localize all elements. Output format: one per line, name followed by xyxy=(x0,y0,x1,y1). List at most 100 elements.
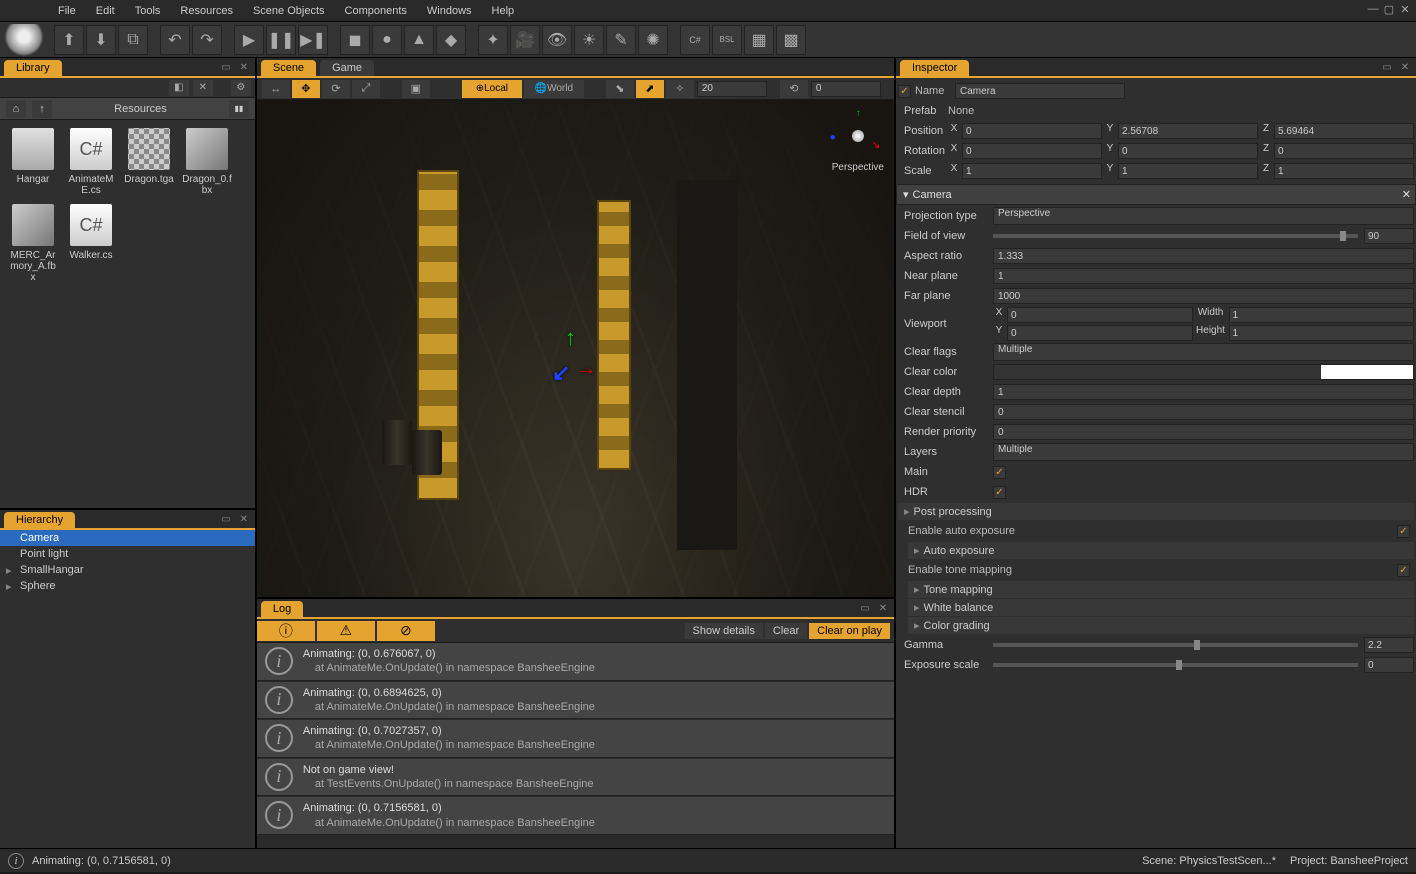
create-light-button[interactable]: ☀ xyxy=(574,25,604,55)
create-cube-button[interactable]: ◼ xyxy=(340,25,370,55)
layers-select[interactable]: Multiple xyxy=(993,443,1414,461)
move-snap-field[interactable] xyxy=(697,81,767,97)
up-button[interactable]: ↑ xyxy=(32,100,52,118)
postproc-foldout[interactable]: Post processing xyxy=(898,503,1414,520)
library-close-button[interactable]: ✕ xyxy=(193,80,213,96)
pivot-world-button[interactable]: 🌐World xyxy=(524,80,584,98)
tab-inspector[interactable]: Inspector xyxy=(900,60,969,76)
expander-icon[interactable]: ▸ xyxy=(6,564,12,577)
pos-z-field[interactable] xyxy=(1274,123,1414,139)
snap-move-active[interactable]: ⬈ xyxy=(636,80,664,98)
rot-z-field[interactable] xyxy=(1274,143,1414,159)
pos-y-field[interactable] xyxy=(1118,123,1258,139)
panel-close-icon[interactable]: ✕ xyxy=(1398,60,1412,74)
log-entry[interactable]: iAnimating: (0, 0.7027357, 0)at AnimateM… xyxy=(257,720,894,758)
create-empty-button[interactable]: ✦ xyxy=(478,25,508,55)
menu-windows[interactable]: Windows xyxy=(417,2,482,20)
panel-dock-icon[interactable]: ▭ xyxy=(858,601,872,615)
asset-item[interactable]: Dragon_0.fbx xyxy=(182,128,232,196)
clearstencil-field[interactable] xyxy=(993,404,1414,420)
vp-w-field[interactable] xyxy=(1229,307,1415,323)
log-warn-filter[interactable]: ⚠ xyxy=(317,621,375,641)
gizmo-x-axis-icon[interactable]: → xyxy=(575,355,597,381)
tab-hierarchy[interactable]: Hierarchy xyxy=(4,512,75,528)
create-sphere-button[interactable]: ● xyxy=(372,25,402,55)
redo-button[interactable]: ↷ xyxy=(192,25,222,55)
panel-close-icon[interactable]: ✕ xyxy=(237,60,251,74)
gamma-field[interactable] xyxy=(1364,637,1414,653)
log-entry[interactable]: iAnimating: (0, 0.7156581, 0)at AnimateM… xyxy=(257,797,894,835)
menu-help[interactable]: Help xyxy=(482,2,525,20)
whitebalance-foldout[interactable]: White balance xyxy=(908,599,1414,616)
menu-resources[interactable]: Resources xyxy=(170,2,243,20)
colorgrade-foldout[interactable]: Color grading xyxy=(908,617,1414,634)
viewport-3d[interactable]: ↑ → ↙ xyxy=(257,100,894,597)
snap-rotate-toggle[interactable]: ⟲ xyxy=(780,80,808,98)
play-button[interactable]: ▶ xyxy=(234,25,264,55)
frame-button[interactable]: ▣ xyxy=(402,80,430,98)
clearflags-select[interactable]: Multiple xyxy=(993,343,1414,361)
menu-tools[interactable]: Tools xyxy=(125,2,171,20)
csharp-script-button[interactable]: C# xyxy=(680,25,710,55)
tool-move-button[interactable]: ✥ xyxy=(292,80,320,98)
active-checkbox[interactable]: ✓ xyxy=(898,85,911,98)
log-entry[interactable]: iAnimating: (0, 0.6894625, 0)at AnimateM… xyxy=(257,682,894,720)
log-info-filter[interactable]: ⓘ xyxy=(257,621,315,641)
tree-item[interactable]: Point light xyxy=(0,546,255,562)
create-particles-button[interactable]: ✎ xyxy=(606,25,636,55)
tonemap-checkbox[interactable]: ✓ xyxy=(1397,564,1410,577)
pivot-local-button[interactable]: ⊕Local xyxy=(462,80,522,98)
asset-item[interactable]: C#AnimateME.cs xyxy=(66,128,116,196)
window-maximize-icon[interactable]: ▢ xyxy=(1382,2,1396,16)
aspect-field[interactable] xyxy=(993,248,1414,264)
log-entry[interactable]: iAnimating: (0, 0.676067, 0)at AnimateMe… xyxy=(257,643,894,681)
menu-file[interactable]: File xyxy=(48,2,86,20)
log-error-filter[interactable]: ⊘ xyxy=(377,621,435,641)
asset-item[interactable]: C#Walker.cs xyxy=(66,204,116,283)
clear-log-button[interactable]: Clear xyxy=(765,623,807,639)
step-button[interactable]: ▶❚ xyxy=(298,25,328,55)
rot-y-field[interactable] xyxy=(1118,143,1258,159)
panel-close-icon[interactable]: ✕ xyxy=(876,601,890,615)
asset-item[interactable]: MERC_Armory_A.fbx xyxy=(8,204,58,283)
create-quad-button[interactable]: ◆ xyxy=(436,25,466,55)
tree-item[interactable]: ▸SmallHangar xyxy=(0,562,255,578)
texture-button[interactable]: ▩ xyxy=(776,25,806,55)
expander-icon[interactable]: ▸ xyxy=(6,580,12,593)
camera-section-header[interactable]: ▾Camera ✕ xyxy=(896,184,1416,205)
vp-x-field[interactable] xyxy=(1007,307,1193,323)
rotate-snap-field[interactable] xyxy=(811,81,881,97)
hdr-checkbox[interactable]: ✓ xyxy=(993,486,1006,499)
log-list[interactable]: iAnimating: (0, 0.676067, 0)at AnimateMe… xyxy=(257,643,894,848)
lighting-button[interactable]: ✺ xyxy=(638,25,668,55)
auto-exposure-checkbox[interactable]: ✓ xyxy=(1397,525,1410,538)
vp-y-field[interactable] xyxy=(1007,325,1193,341)
auto-exposure-foldout[interactable]: Auto exposure xyxy=(908,542,1414,559)
gizmo-z-axis-icon[interactable]: ↙ xyxy=(552,360,570,386)
pos-x-field[interactable] xyxy=(962,123,1102,139)
clearcolor-swatch[interactable] xyxy=(993,364,1414,380)
tab-library[interactable]: Library xyxy=(4,60,62,76)
scale-z-field[interactable] xyxy=(1274,163,1414,179)
menu-edit[interactable]: Edit xyxy=(86,2,125,20)
tool-view-button[interactable]: ↔ xyxy=(262,80,290,98)
tool-rotate-button[interactable]: ⟳ xyxy=(322,80,350,98)
hierarchy-tree[interactable]: CameraPoint light▸SmallHangar▸Sphere xyxy=(0,530,255,848)
rot-x-field[interactable] xyxy=(962,143,1102,159)
projection-select[interactable]: Perspective xyxy=(993,207,1414,225)
panel-dock-icon[interactable]: ▭ xyxy=(219,512,233,526)
window-close-icon[interactable]: ✕ xyxy=(1398,2,1412,16)
tab-log[interactable]: Log xyxy=(261,601,303,617)
snap-move-toggle[interactable]: ⬊ xyxy=(606,80,634,98)
menu-scene-objects[interactable]: Scene Objects xyxy=(243,2,335,20)
menu-components[interactable]: Components xyxy=(335,2,417,20)
vp-h-field[interactable] xyxy=(1229,325,1415,341)
renderprio-field[interactable] xyxy=(993,424,1414,440)
library-collapse-button[interactable]: ◧ xyxy=(169,80,189,96)
asset-item[interactable]: Hangar xyxy=(8,128,58,196)
scale-x-field[interactable] xyxy=(962,163,1102,179)
panel-dock-icon[interactable]: ▭ xyxy=(219,60,233,74)
create-cone-button[interactable]: ▲ xyxy=(404,25,434,55)
name-field[interactable] xyxy=(955,83,1125,99)
library-settings-button[interactable]: ⚙ xyxy=(231,80,251,96)
